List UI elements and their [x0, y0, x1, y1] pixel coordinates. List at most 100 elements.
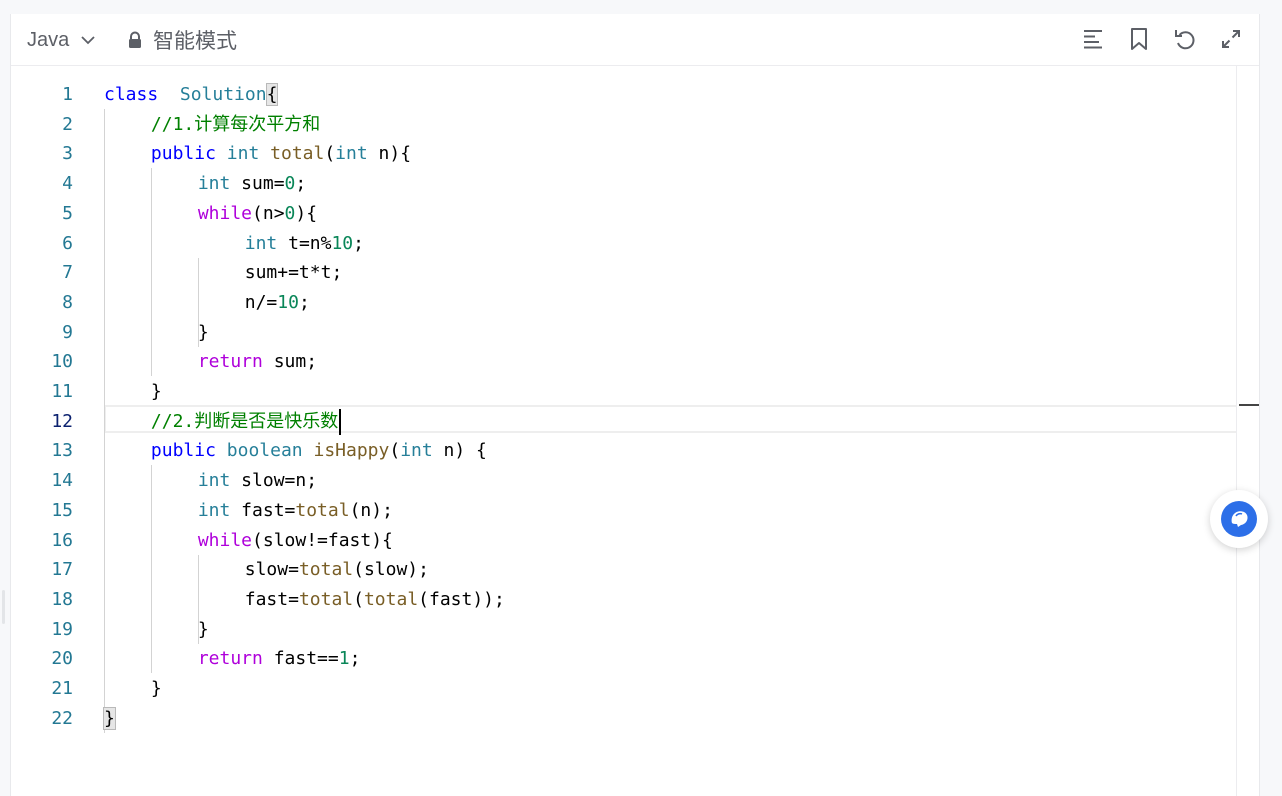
line-number: 19	[51, 618, 73, 640]
code-line[interactable]: 4 int sum=0;	[11, 169, 1237, 199]
line-number: 21	[51, 678, 73, 699]
code-token: sum=	[230, 173, 285, 195]
code-text: }	[151, 377, 162, 407]
code-text: }	[151, 674, 162, 704]
line-number: 5	[62, 202, 73, 224]
code-line[interactable]: 16 while(slow!=fast){	[11, 526, 1237, 556]
code-line[interactable]: 15 int fast=total(n);	[11, 496, 1237, 526]
code-token: (n);	[349, 499, 393, 521]
code-token: ){	[295, 202, 318, 224]
code-token: (	[353, 588, 364, 610]
code-line[interactable]: 6 int t=n%10;	[11, 229, 1237, 259]
lock-icon	[129, 31, 141, 48]
code-token: int	[197, 499, 231, 521]
code-area[interactable]: 1 class Solution{2//1.计算每次平方和 3 public int …	[11, 66, 1259, 796]
line-number: 13	[51, 440, 73, 462]
code-line[interactable]: 5 while(n>0){	[11, 199, 1237, 229]
code-token: int	[197, 173, 231, 195]
code-text: return sum;	[198, 347, 317, 377]
fullscreen-icon	[1222, 30, 1240, 48]
code-text: fast=total(total(fast));	[245, 585, 505, 615]
code-token: 0	[284, 202, 296, 224]
assistant-button[interactable]	[1210, 490, 1268, 548]
code-line[interactable]: 10 return sum;	[11, 347, 1237, 377]
code-token: boolean	[226, 440, 303, 462]
code-token: total	[298, 559, 354, 581]
bookmark-icon	[1131, 28, 1147, 50]
chat-bubble-icon	[1221, 501, 1257, 537]
code-token: (	[324, 143, 336, 165]
chevron-down-icon	[81, 36, 95, 45]
code-token: while	[197, 202, 253, 224]
code-token: int	[244, 232, 278, 254]
reset-button[interactable]	[1172, 26, 1198, 52]
mode-indicator[interactable]: 智能模式	[127, 28, 237, 53]
code-token: n) {	[432, 440, 487, 462]
language-select[interactable]: Java	[27, 28, 97, 52]
code-line[interactable]: 3 public int total(int n){	[11, 139, 1237, 169]
code-line[interactable]: 18 fast=total(total(fast));	[11, 585, 1237, 615]
code-line[interactable]: 13 public boolean isHappy(int n) {	[11, 436, 1237, 466]
code-token: 10	[277, 291, 299, 313]
code-token: {	[265, 83, 279, 106]
line-number: 20	[51, 648, 73, 670]
code-line[interactable]: 17 slow=total(slow);	[11, 555, 1237, 585]
undo-icon	[1175, 30, 1195, 50]
code-line[interactable]: 9}	[11, 318, 1237, 348]
code-token: int	[197, 470, 231, 492]
code-token: 1	[338, 648, 350, 670]
code-line[interactable]: 2 //1.计算每次平方和	[11, 110, 1237, 140]
editor-toolbar: Java 智能模式	[11, 14, 1259, 66]
code-text: while(n>0){	[198, 199, 317, 229]
format-button[interactable]	[1080, 26, 1106, 52]
code-line[interactable]: 12 //2.判断是否是快乐数	[11, 407, 1237, 437]
code-line[interactable]: 8 n/=10;	[11, 288, 1237, 318]
line-number: 18	[51, 588, 73, 610]
code-token: sum+=t*t;	[244, 262, 343, 284]
code-token: ;	[353, 232, 364, 254]
code-token: public	[150, 143, 216, 165]
code-text: int fast=total(n);	[198, 496, 393, 526]
code-token: }	[150, 678, 162, 699]
resize-handle[interactable]	[2, 590, 5, 624]
code-token: int	[226, 143, 260, 165]
code-token: n/=	[244, 291, 278, 313]
code-line[interactable]: 20 return fast==1;	[11, 644, 1237, 674]
format-icon	[1084, 30, 1102, 49]
fullscreen-button[interactable]	[1218, 26, 1244, 52]
code-text: int slow=n;	[198, 466, 317, 496]
code-token: ;	[349, 648, 361, 670]
code-line[interactable]: 7 sum+=t*t;	[11, 258, 1237, 288]
line-number: 10	[51, 351, 73, 373]
top-strip	[0, 0, 1282, 14]
code-token: public	[150, 440, 216, 462]
bookmark-button[interactable]	[1126, 26, 1152, 52]
line-number: 3	[62, 143, 73, 165]
code-token: return	[197, 351, 263, 373]
code-token: total	[270, 143, 325, 165]
code-text: slow=total(slow);	[245, 555, 429, 585]
code-line[interactable]: 22}	[11, 704, 1237, 734]
code-line[interactable]: 19}	[11, 615, 1237, 645]
language-label: Java	[27, 28, 70, 51]
code-line[interactable]: 11}	[11, 377, 1237, 407]
code-token: t=n%	[277, 232, 332, 254]
code-token: ;	[298, 291, 310, 313]
code-token: ;	[295, 173, 307, 195]
code-token: }	[197, 618, 209, 640]
line-number: 9	[62, 321, 73, 343]
code-token: int	[335, 143, 368, 165]
code-line[interactable]: 1 class Solution{	[11, 80, 1237, 110]
code-line[interactable]: 14 int slow=n;	[11, 466, 1237, 496]
code-token: Solution	[179, 84, 267, 105]
code-token: (slow);	[353, 559, 429, 581]
code-line[interactable]: 21}	[11, 674, 1237, 704]
code-text: n/=10;	[245, 288, 310, 318]
vertical-scrollbar[interactable]	[1236, 66, 1259, 796]
code-text: return fast==1;	[198, 644, 361, 674]
code-text: }	[103, 704, 116, 734]
